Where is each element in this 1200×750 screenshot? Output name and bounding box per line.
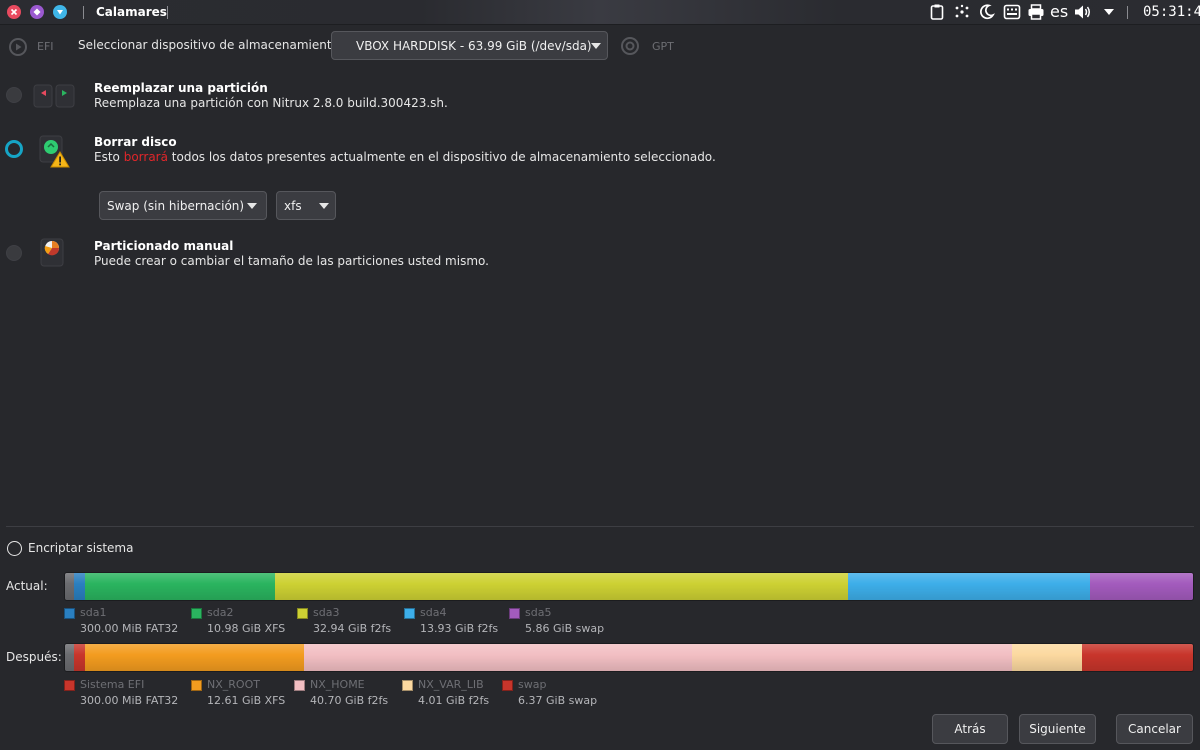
legend-swatch [64, 680, 75, 691]
replace-partition-desc: Reemplaza una partición con Nitrux 2.8.0… [94, 96, 448, 110]
clock: 05:31:49 [1143, 4, 1200, 20]
after-partition-bar [64, 643, 1194, 672]
menu-arrow-icon[interactable] [1102, 3, 1116, 21]
chevron-down-icon [247, 202, 257, 209]
current-label: Actual: [6, 579, 48, 593]
device-select-value: VBOX HARDDISK - 63.99 GiB (/dev/sda) [356, 38, 592, 53]
efi-icon [8, 37, 28, 60]
erase-disk-radio[interactable] [5, 140, 23, 158]
gpt-label: GPT [652, 40, 674, 53]
legend-swatch [404, 608, 415, 619]
partition-segment-nx-home [304, 644, 1012, 671]
erase-disk-icon [38, 135, 72, 172]
encrypt-label: Encriptar sistema [28, 541, 134, 555]
erase-disk-title: Borrar disco [94, 135, 177, 149]
manual-partition-desc: Puede crear o cambiar el tamaño de las p… [94, 254, 489, 268]
manual-partition-icon [38, 237, 68, 274]
close-icon[interactable] [7, 5, 21, 19]
partition-segment-efi [74, 644, 85, 671]
legend-swatch [191, 608, 202, 619]
legend-size: 6.37 GiB swap [518, 694, 598, 707]
partition-segment-sda3 [275, 573, 848, 600]
legend-name: sda4 [420, 606, 447, 619]
legend-name: Sistema EFI [80, 678, 145, 691]
partition-segment-nx-var-lib [1012, 644, 1082, 671]
cancel-button[interactable]: Cancelar [1116, 714, 1193, 744]
volume-icon[interactable] [1073, 3, 1093, 21]
legend-size: 5.86 GiB swap [525, 622, 605, 635]
after-label: Después: [6, 650, 62, 664]
legend-name: sda1 [80, 606, 107, 619]
device-select[interactable]: VBOX HARDDISK - 63.99 GiB (/dev/sda) [331, 31, 608, 60]
legend-name: sda2 [207, 606, 234, 619]
replace-partition-title: Reemplazar una partición [94, 81, 268, 95]
encrypt-checkbox[interactable] [7, 541, 22, 556]
swap-select-value: Swap (sin hibernación) [107, 198, 245, 213]
legend-name: NX_VAR_LIB [418, 678, 484, 691]
partition-segment-sda1 [74, 573, 85, 600]
clock-separator [1127, 6, 1128, 19]
top-panel: Calamares es 05:31:49 [0, 0, 1200, 25]
legend-size: 300.00 MiB FAT32 [80, 622, 179, 635]
filesystem-select[interactable]: xfs [276, 191, 336, 220]
partition-segment-sda2 [85, 573, 275, 600]
partition-segment-nx-root [85, 644, 304, 671]
manual-partition-radio[interactable] [6, 245, 22, 261]
erase-disk-desc: Esto borrará todos los datos presentes a… [94, 150, 716, 164]
legend-size: 12.61 GiB XFS [207, 694, 286, 707]
legend-size: 40.70 GiB f2fs [310, 694, 389, 707]
erase-desc-warning: borrará [123, 150, 168, 164]
minimize-icon[interactable] [30, 5, 44, 19]
legend-name: sda3 [313, 606, 340, 619]
current-partition-bar [64, 572, 1194, 601]
swap-select[interactable]: Swap (sin hibernación) [99, 191, 267, 220]
legend-name: NX_ROOT [207, 678, 260, 691]
legend-swatch [191, 680, 202, 691]
legend-swatch [502, 680, 513, 691]
erase-desc-prefix: Esto [94, 150, 124, 164]
legend-size: 4.01 GiB f2fs [418, 694, 490, 707]
chevron-down-icon [319, 202, 329, 209]
legend-size: 13.93 GiB f2fs [420, 622, 499, 635]
title-separator [83, 6, 84, 19]
clipboard-icon[interactable] [929, 3, 945, 21]
network-icon[interactable] [954, 3, 970, 21]
partition-segment-swap [1082, 644, 1193, 671]
legend-size: 32.94 GiB f2fs [313, 622, 392, 635]
language-indicator[interactable]: es [1050, 2, 1068, 21]
next-button[interactable]: Siguiente [1019, 714, 1096, 744]
legend-name: NX_HOME [310, 678, 365, 691]
legend-swatch [64, 608, 75, 619]
partition-segment-sda4 [848, 573, 1090, 600]
unallocated-segment [65, 644, 74, 671]
legend-name: swap [518, 678, 547, 691]
filesystem-select-value: xfs [284, 198, 302, 213]
title-separator [167, 6, 168, 19]
legend-swatch [402, 680, 413, 691]
efi-label: EFI [37, 40, 54, 53]
legend-name: sda5 [525, 606, 552, 619]
maximize-icon[interactable] [53, 5, 67, 19]
chevron-down-icon [591, 42, 601, 49]
partition-segment-sda5 [1090, 573, 1193, 600]
keyboard-icon[interactable] [1003, 3, 1021, 21]
app-title: Calamares [96, 5, 167, 19]
device-label: Seleccionar dispositivo de almacenamient… [78, 38, 343, 52]
legend-swatch [297, 608, 308, 619]
legend-swatch [509, 608, 520, 619]
legend-swatch [294, 680, 305, 691]
back-button[interactable]: Atrás [932, 714, 1008, 744]
legend-size: 300.00 MiB FAT32 [80, 694, 179, 707]
night-light-icon[interactable] [979, 3, 995, 21]
erase-desc-suffix: todos los datos presentes actualmente en… [167, 150, 716, 164]
replace-partition-radio[interactable] [6, 87, 22, 103]
replace-partition-icon [32, 81, 78, 114]
manual-partition-title: Particionado manual [94, 239, 234, 253]
legend-size: 10.98 GiB XFS [207, 622, 286, 635]
unallocated-segment [65, 573, 74, 600]
divider [6, 526, 1194, 527]
gpt-icon [620, 36, 640, 59]
printer-icon[interactable] [1027, 3, 1045, 21]
